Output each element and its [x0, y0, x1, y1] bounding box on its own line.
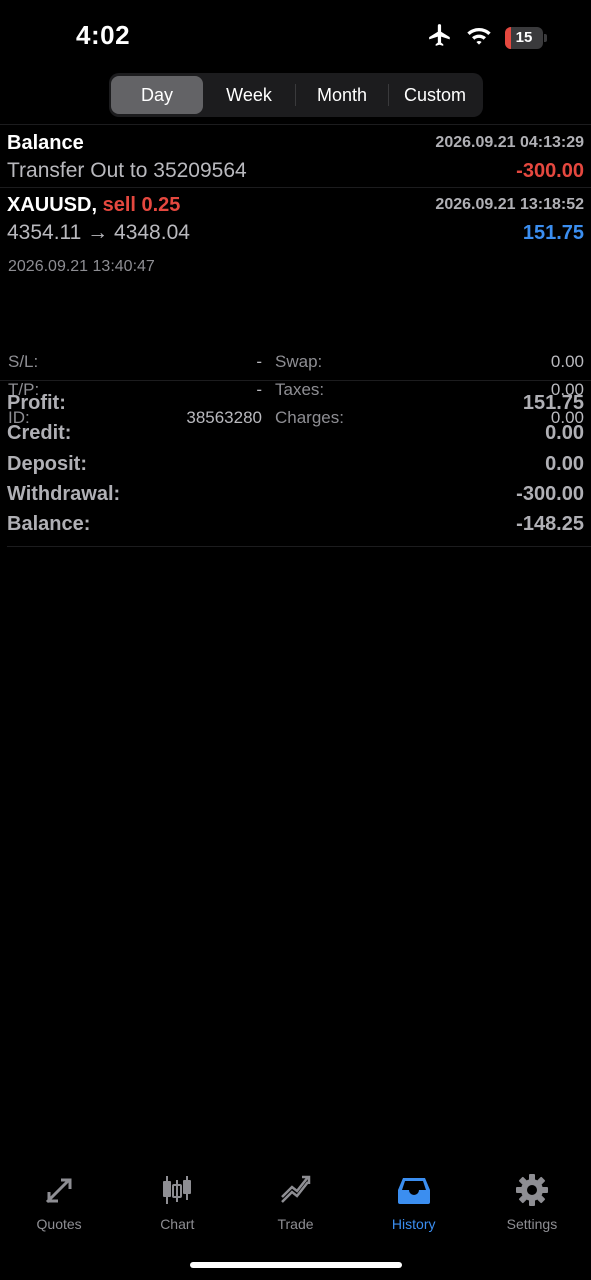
deposit-value: 0.00 — [545, 453, 584, 475]
entry-amount: -300.00 — [516, 160, 584, 182]
tab-history[interactable]: History — [355, 1168, 473, 1238]
summary-profit-row: Profit: 151.75 — [7, 392, 584, 420]
credit-label: Credit: — [7, 422, 72, 444]
status-time: 4:02 — [76, 20, 131, 50]
balance-value: -148.25 — [516, 513, 584, 535]
trade-profit: 151.75 — [522, 222, 584, 244]
trade-open-time: 2026.09.21 13:18:52 — [435, 196, 584, 213]
tab-bar: Quotes Chart Trade History Settings — [0, 1168, 591, 1238]
tab-label-settings: Settings — [506, 1216, 558, 1232]
divider — [0, 380, 591, 381]
swap-value: 0.00 — [550, 352, 584, 371]
profit-value: 151.75 — [522, 392, 584, 414]
trade-icon — [280, 1175, 310, 1203]
trade-title: XAUUSD, sell 0.25 — [7, 194, 180, 217]
wifi-icon — [465, 24, 493, 51]
tab-settings[interactable]: Settings — [473, 1168, 591, 1238]
balance-entry[interactable]: Balance 2026.09.21 04:13:29 Transfer Out… — [0, 125, 591, 187]
battery-icon: 15 — [505, 26, 547, 49]
summary-deposit-row: Deposit: 0.00 — [7, 453, 584, 481]
tab-quotes[interactable]: Quotes — [0, 1168, 118, 1238]
tab-label-chart: Chart — [160, 1216, 195, 1232]
chart-icon — [163, 1176, 192, 1204]
home-indicator — [190, 1262, 402, 1268]
trade-symbol: XAUUSD, — [7, 194, 98, 216]
entry-title: Balance — [7, 132, 84, 154]
history-list: Balance 2026.09.21 04:13:29 Transfer Out… — [0, 124, 591, 427]
summary-withdrawal-row: Withdrawal: -300.00 — [7, 483, 584, 511]
entry-description: Transfer Out to 35209564 — [7, 159, 247, 182]
segment-custom[interactable]: Custom — [389, 76, 481, 114]
history-icon — [397, 1178, 430, 1204]
entry-time: 2026.09.21 04:13:29 — [435, 134, 584, 151]
divider — [7, 546, 591, 547]
sl-value: - — [256, 352, 262, 371]
withdrawal-label: Withdrawal: — [7, 483, 121, 505]
tab-label-trade: Trade — [277, 1216, 314, 1232]
settings-icon — [515, 1174, 548, 1206]
airplane-icon — [427, 22, 453, 53]
tab-trade[interactable]: Trade — [236, 1168, 354, 1238]
swap-label: Swap: — [275, 352, 323, 371]
summary-credit-row: Credit: 0.00 — [7, 422, 584, 450]
segment-week[interactable]: Week — [203, 76, 295, 114]
trade-prices: 4354.11 → 4348.04 — [7, 221, 190, 244]
quotes-icon — [46, 1178, 72, 1204]
period-segmented-control: Day Week Month Custom — [109, 73, 483, 117]
trade-entry[interactable]: XAUUSD, sell 0.25 2026.09.21 13:18:52 43… — [0, 188, 591, 427]
sl-label: S/L: — [8, 352, 39, 371]
trade-side: sell 0.25 — [102, 194, 181, 216]
summary-balance-row: Balance: -148.25 — [7, 513, 584, 541]
segment-month[interactable]: Month — [296, 76, 388, 114]
tab-label-history: History — [391, 1216, 436, 1232]
balance-label: Balance: — [7, 513, 91, 535]
withdrawal-value: -300.00 — [516, 483, 584, 505]
trade-close-time: 2026.09.21 13:40:47 — [8, 258, 155, 275]
tab-chart[interactable]: Chart — [118, 1168, 236, 1238]
profit-label: Profit: — [7, 392, 66, 414]
summary: Profit: 151.75 Credit: 0.00 Deposit: 0.0… — [0, 392, 591, 544]
status-bar: 4:02 15 — [0, 0, 591, 70]
deposit-label: Deposit: — [7, 453, 87, 475]
credit-value: 0.00 — [545, 422, 584, 444]
segment-day[interactable]: Day — [111, 76, 203, 114]
tab-label-quotes: Quotes — [36, 1216, 82, 1232]
status-icons: 15 — [427, 22, 547, 53]
battery-level: 15 — [515, 29, 533, 46]
